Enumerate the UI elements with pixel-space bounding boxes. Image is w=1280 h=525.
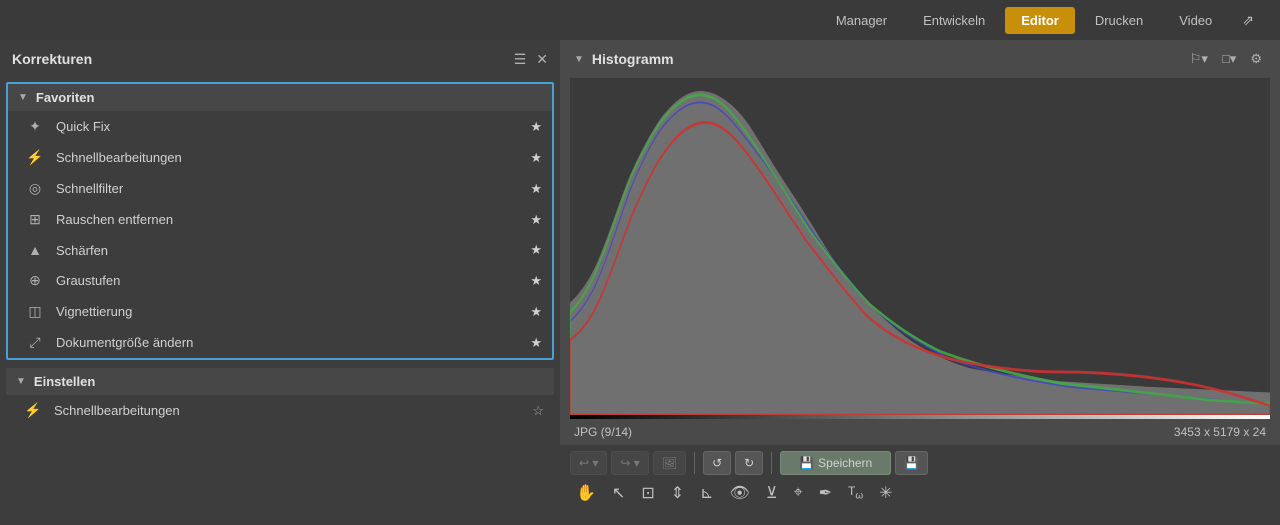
menu-item-schnellfilter[interactable]: ◎ Schnellfilter ★ bbox=[8, 173, 552, 204]
save-label: Speichern bbox=[818, 456, 872, 470]
rotate-right-button[interactable]: ↻ bbox=[735, 451, 763, 475]
select-tool-button[interactable]: ↖ bbox=[606, 479, 631, 507]
text-tool-button[interactable]: Tω bbox=[842, 480, 869, 505]
schnellfilter-icon: ◎ bbox=[24, 180, 46, 197]
main-content: Korrekturen ☰ ✕ ▼ Favoriten ✦ Quick Fix … bbox=[0, 40, 1280, 525]
save-button[interactable]: 💾 Speichern bbox=[780, 451, 891, 475]
favorites-title: Favoriten bbox=[36, 90, 95, 105]
panel-header-icons: ☰ ✕ bbox=[514, 51, 548, 68]
schaerfen-star[interactable]: ★ bbox=[530, 242, 542, 258]
effects-tool-button[interactable]: ✳ bbox=[873, 479, 898, 507]
graustufen-label: Graustufen bbox=[56, 273, 530, 288]
hand-tool-button[interactable]: ✋ bbox=[570, 479, 602, 507]
dokumentgroesse-star[interactable]: ★ bbox=[530, 335, 542, 351]
schnellbearbeitungen-label: Schnellbearbeitungen bbox=[56, 150, 530, 165]
favorites-section: ▼ Favoriten ✦ Quick Fix ★ ⚡ Schnellbearb… bbox=[6, 82, 554, 360]
vignettierung-star[interactable]: ★ bbox=[530, 304, 542, 320]
menu-item-schnellbearbeitungen[interactable]: ⚡ Schnellbearbeitungen ★ bbox=[8, 142, 552, 173]
histogram-settings-icon[interactable]: ⚙ bbox=[1246, 49, 1266, 69]
panel-header: Korrekturen ☰ ✕ bbox=[0, 40, 560, 78]
redeye-tool-button[interactable]: 👁 bbox=[724, 479, 756, 507]
nav-item-video[interactable]: Video bbox=[1163, 7, 1228, 34]
left-panel: Korrekturen ☰ ✕ ▼ Favoriten ✦ Quick Fix … bbox=[0, 40, 560, 525]
panel-close-icon[interactable]: ✕ bbox=[536, 51, 548, 68]
einstellen-chevron-icon: ▼ bbox=[16, 376, 26, 387]
undo-button[interactable]: ↩ ▾ bbox=[570, 451, 607, 475]
einstellen-schnell-star[interactable]: ☆ bbox=[532, 403, 544, 419]
toolbar-separator-1 bbox=[694, 452, 695, 474]
toolbar-row-top: ↩ ▾ ↪ ▾ 🖼 ↺ ↻ 💾 Speichern 💾 bbox=[570, 451, 1270, 475]
histogram-title: Histogramm bbox=[592, 51, 674, 67]
menu-item-einstellen-schnell[interactable]: ⚡ Schnellbearbeitungen ☆ bbox=[6, 395, 554, 426]
histogram-chevron-icon: ▼ bbox=[574, 54, 584, 65]
right-panel: ▼ Histogramm ⚐▾ □▾ ⚙ bbox=[560, 40, 1280, 525]
image-history-button[interactable]: 🖼 bbox=[653, 451, 686, 475]
quick-fix-label: Quick Fix bbox=[56, 119, 530, 134]
einstellen-schnell-label: Schnellbearbeitungen bbox=[54, 403, 532, 418]
heal-tool-button[interactable]: ⌖ bbox=[788, 480, 809, 506]
levels-tool-button[interactable]: ⊻ bbox=[760, 479, 784, 507]
einstellen-header[interactable]: ▼ Einstellen bbox=[6, 368, 554, 395]
menu-item-vignettierung[interactable]: ◫ Vignettierung ★ bbox=[8, 296, 552, 327]
export-icon[interactable]: ⇗ bbox=[1232, 6, 1264, 35]
histogram-title-row: ▼ Histogramm bbox=[574, 51, 674, 67]
save-as-button[interactable]: 💾 bbox=[895, 451, 928, 475]
panel-title: Korrekturen bbox=[12, 51, 92, 67]
quick-fix-icon: ✦ bbox=[24, 118, 46, 135]
schaerfen-label: Schärfen bbox=[56, 243, 530, 258]
menu-item-quick-fix[interactable]: ✦ Quick Fix ★ bbox=[8, 111, 552, 142]
vignettierung-icon: ◫ bbox=[24, 303, 46, 320]
nav-item-editor[interactable]: Editor bbox=[1005, 7, 1075, 34]
schaerfen-icon: ▲ bbox=[24, 242, 46, 258]
dokumentgroesse-label: Dokumentgröße ändern bbox=[56, 335, 530, 350]
einstellen-title: Einstellen bbox=[34, 374, 95, 389]
rauschen-label: Rauschen entfernen bbox=[56, 212, 530, 227]
histogram-square-icon[interactable]: □▾ bbox=[1218, 49, 1240, 69]
quick-fix-star[interactable]: ★ bbox=[530, 119, 542, 135]
einstellen-schnell-icon: ⚡ bbox=[22, 402, 44, 419]
file-info-bar: JPG (9/14) 3453 x 5179 x 24 bbox=[560, 419, 1280, 445]
einstellen-section: ▼ Einstellen ⚡ Schnellbearbeitungen ☆ bbox=[6, 368, 554, 426]
menu-item-rauschen[interactable]: ⊞ Rauschen entfernen ★ bbox=[8, 204, 552, 235]
rotate-left-button[interactable]: ↺ bbox=[703, 451, 731, 475]
menu-item-graustufen[interactable]: ⊕ Graustufen ★ bbox=[8, 265, 552, 296]
favorites-header[interactable]: ▼ Favoriten bbox=[8, 84, 552, 111]
rauschen-icon: ⊞ bbox=[24, 211, 46, 228]
toolbar-row-tools: ✋ ↖ ⊡ ⇕ ⊾ 👁 ⊻ ⌖ ✒ Tω ✳ bbox=[570, 479, 1270, 507]
vignettierung-label: Vignettierung bbox=[56, 304, 530, 319]
histogram-flag-icon[interactable]: ⚐▾ bbox=[1186, 49, 1212, 69]
lasso-tool-button[interactable]: ⊾ bbox=[694, 479, 719, 507]
histogram-header: ▼ Histogramm ⚐▾ □▾ ⚙ bbox=[560, 40, 1280, 78]
menu-item-schaerfen[interactable]: ▲ Schärfen ★ bbox=[8, 235, 552, 265]
panel-menu-icon[interactable]: ☰ bbox=[514, 51, 527, 68]
menu-item-dokumentgroesse[interactable]: ⤢ Dokumentgröße ändern ★ bbox=[8, 327, 552, 358]
toolbar-separator-2 bbox=[771, 452, 772, 474]
nav-item-manager[interactable]: Manager bbox=[820, 7, 903, 34]
histogram-controls: ⚐▾ □▾ ⚙ bbox=[1186, 49, 1266, 69]
nav-item-entwickeln[interactable]: Entwickeln bbox=[907, 7, 1001, 34]
nav-item-drucken[interactable]: Drucken bbox=[1079, 7, 1159, 34]
histogram-panel: ▼ Histogramm ⚐▾ □▾ ⚙ bbox=[560, 40, 1280, 445]
brush-tool-button[interactable]: ✒ bbox=[813, 479, 838, 507]
rauschen-star[interactable]: ★ bbox=[530, 212, 542, 228]
schnellbearbeitungen-icon: ⚡ bbox=[24, 149, 46, 166]
graustufen-icon: ⊕ bbox=[24, 272, 46, 289]
graustufen-star[interactable]: ★ bbox=[530, 273, 542, 289]
file-type-label: JPG (9/14) bbox=[574, 425, 632, 439]
schnellfilter-star[interactable]: ★ bbox=[530, 181, 542, 197]
favorites-chevron-icon: ▼ bbox=[18, 92, 28, 103]
redo-button[interactable]: ↪ ▾ bbox=[611, 451, 648, 475]
schnellbearbeitungen-star[interactable]: ★ bbox=[530, 150, 542, 166]
save-icon: 💾 bbox=[799, 456, 814, 470]
file-dimensions-label: 3453 x 5179 x 24 bbox=[1174, 425, 1266, 439]
crop-tool-button[interactable]: ⊡ bbox=[635, 479, 660, 507]
dokumentgroesse-icon: ⤢ bbox=[24, 334, 46, 351]
bottom-toolbar: ↩ ▾ ↪ ▾ 🖼 ↺ ↻ 💾 Speichern 💾 ✋ ↖ ⊡ ⇕ ⊾ � bbox=[560, 445, 1280, 525]
top-navigation: Manager Entwickeln Editor Drucken Video … bbox=[0, 0, 1280, 40]
straighten-tool-button[interactable]: ⇕ bbox=[665, 479, 690, 507]
schnellfilter-label: Schnellfilter bbox=[56, 181, 530, 196]
histogram-chart bbox=[570, 78, 1270, 415]
